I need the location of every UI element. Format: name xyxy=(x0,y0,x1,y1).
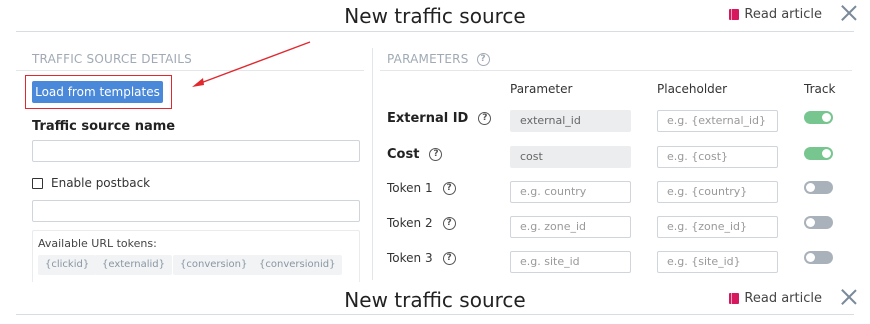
modal-header: New traffic source Read article xyxy=(0,0,870,32)
help-icon[interactable]: ? xyxy=(478,112,492,125)
url-token-chip[interactable]: {clickid} xyxy=(38,255,97,275)
enable-postback-row[interactable]: Enable postback xyxy=(32,176,150,190)
modal-header-repeat: New traffic source Read article xyxy=(0,284,870,316)
placeholder-input[interactable]: e.g. {external_id} xyxy=(657,110,778,132)
header-divider xyxy=(16,31,854,32)
track-toggle[interactable] xyxy=(804,147,833,160)
header-divider xyxy=(16,314,854,315)
param-row-label-text: Token 1 xyxy=(387,181,433,195)
help-icon[interactable]: ? xyxy=(476,52,490,66)
url-token-chip[interactable]: {conversion} xyxy=(173,255,255,275)
book-icon xyxy=(729,293,740,304)
close-icon[interactable] xyxy=(840,288,858,306)
postback-url-input[interactable] xyxy=(32,200,360,222)
help-icon[interactable]: ? xyxy=(429,148,443,161)
param-row-label-text: External ID xyxy=(387,111,469,126)
parameters-title: PARAMETERS ? xyxy=(387,52,490,66)
placeholder-input[interactable]: e.g. {site_id} xyxy=(657,251,778,273)
col-header-parameter: Parameter xyxy=(510,82,573,96)
param-row-label-text: Cost xyxy=(387,147,420,162)
param-row-label: Token 1 ? xyxy=(387,181,456,195)
parameter-input[interactable]: e.g. country xyxy=(510,181,631,203)
traffic-source-name-input[interactable] xyxy=(32,140,360,162)
parameter-input[interactable]: e.g. site_id xyxy=(510,251,631,273)
column-divider xyxy=(372,48,373,280)
parameter-input[interactable]: e.g. zone_id xyxy=(510,216,631,238)
url-tokens-caption: Available URL tokens: xyxy=(38,237,157,250)
help-icon[interactable]: ? xyxy=(442,251,456,265)
placeholder-input[interactable]: e.g. {cost} xyxy=(657,146,778,168)
enable-postback-label: Enable postback xyxy=(51,176,151,190)
placeholder-input[interactable]: e.g. {zone_id} xyxy=(657,216,778,238)
url-tokens-panel: Available URL tokens: {clickid} {externa… xyxy=(32,230,360,286)
param-row-label: Token 2 ? xyxy=(387,216,456,230)
help-icon[interactable]: ? xyxy=(442,216,456,230)
param-row-label-text: Token 3 xyxy=(387,251,433,265)
help-icon[interactable]: ? xyxy=(442,181,456,195)
read-article-label: Read article xyxy=(744,7,822,22)
toggle-knob xyxy=(806,218,815,227)
read-article-link[interactable]: Read article xyxy=(729,291,822,306)
track-toggle[interactable] xyxy=(804,216,833,229)
col-header-track: Track xyxy=(804,82,836,96)
parameter-input[interactable]: cost xyxy=(510,146,631,168)
track-toggle[interactable] xyxy=(804,181,833,194)
toggle-knob xyxy=(806,183,815,192)
parameters-title-label: PARAMETERS xyxy=(387,52,469,66)
param-row-label: Token 3 ? xyxy=(387,251,456,265)
traffic-source-name-label: Traffic source name xyxy=(32,119,176,134)
load-from-templates-button[interactable]: Load from templates xyxy=(32,81,163,103)
param-row-label: Cost ? xyxy=(387,147,443,162)
placeholder-input[interactable]: e.g. {country} xyxy=(657,181,778,203)
toggle-knob xyxy=(822,149,831,158)
right-section-divider xyxy=(380,70,852,71)
annotation-arrow-icon xyxy=(192,41,311,87)
toggle-knob xyxy=(806,253,815,262)
close-icon[interactable] xyxy=(840,4,858,22)
read-article-label: Read article xyxy=(744,291,822,306)
enable-postback-checkbox[interactable] xyxy=(32,177,43,189)
toggle-knob xyxy=(822,113,831,122)
param-row-label-text: Token 2 xyxy=(387,216,433,230)
read-article-link[interactable]: Read article xyxy=(729,7,822,22)
param-row-label: External ID ? xyxy=(387,111,492,126)
col-header-placeholder: Placeholder xyxy=(657,82,728,96)
traffic-source-details-title: TRAFFIC SOURCE DETAILS xyxy=(32,52,192,66)
track-toggle[interactable] xyxy=(804,111,833,124)
book-icon xyxy=(729,9,740,20)
track-toggle[interactable] xyxy=(804,251,833,264)
parameter-input[interactable]: external_id xyxy=(510,110,631,132)
url-token-chip[interactable]: {conversionid} xyxy=(252,255,343,275)
url-token-chip[interactable]: {externalid} xyxy=(95,255,172,275)
